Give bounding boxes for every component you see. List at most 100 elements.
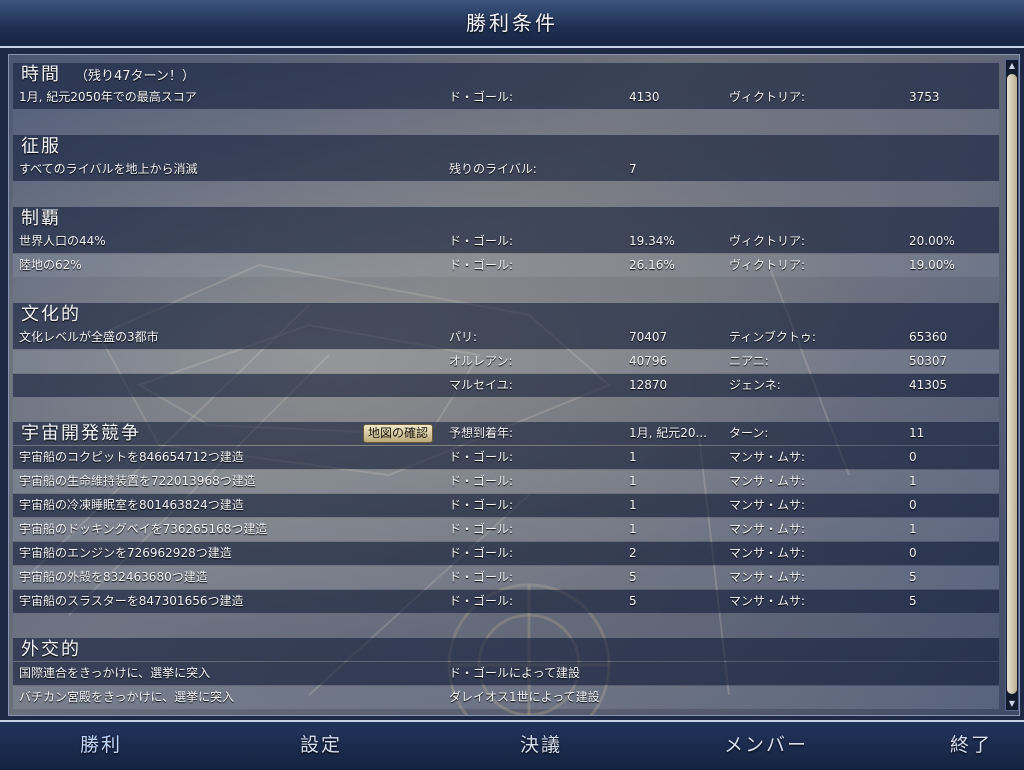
leader-value: 5 [629,594,637,608]
tab-members[interactable]: メンバー [724,730,808,757]
table-row: マルセイユ: 12870 ジェンネ: 41305 [13,374,999,397]
vertical-scrollbar[interactable]: ▲ ▼ [1005,59,1019,711]
condition-label: 宇宙船の生命維持装置を722013968つ建造 [19,474,256,488]
table-row: 宇宙船の生命維持装置を722013968つ建造 ド・ゴール: 1 マンサ・ムサ:… [13,470,999,493]
section-heading: 征服 [21,136,61,157]
scroll-down-arrow-icon[interactable]: ▼ [1006,698,1018,710]
rival-value: 3753 [909,90,940,104]
section-heading: 制覇 [21,208,61,229]
scrollbar-thumb[interactable] [1007,74,1017,694]
condition-label: バチカン宮殿をきっかけに、選挙に突入 [19,690,235,704]
city-culture: 40796 [629,354,668,368]
rival-city-culture: 65360 [909,330,948,344]
condition-label: 文化レベルが全盛の3都市 [19,330,159,344]
condition-label: 宇宙船の外殻を832463680つ建造 [19,570,208,584]
rival-name: マンサ・ムサ: [729,450,806,464]
remaining-rivals-label: 残りのライバル: [449,162,537,176]
rival-value: 5 [909,594,917,608]
section-time-header: 時間 （残り47ターン！） [13,63,999,86]
leader-name: ド・ゴール: [449,522,514,536]
rival-value: 19.00% [909,258,955,272]
rival-value: 0 [909,498,917,512]
tab-settings[interactable]: 設定 [300,730,342,757]
table-row: バチカン宮殿をきっかけに、選挙に突入 ダレイオス1世によって建設 [13,686,999,709]
city-name: パリ: [449,330,478,344]
rival-value: 0 [909,450,917,464]
rival-value: 1 [909,474,917,488]
leader-value: 1 [629,450,637,464]
table-row: 宇宙船のコクピットを846654712つ建造 ド・ゴール: 1 マンサ・ムサ: … [13,446,999,469]
section-heading: 時間 （残り47ターン！） [21,64,195,85]
rival-city-culture: 41305 [909,378,948,392]
rival-value: 20.00% [909,234,955,248]
leader-name: ド・ゴール: [449,258,514,272]
section-diplomatic-header: 外交的 [13,638,999,661]
spacer-row [13,277,999,303]
condition-label: すべてのライバルを地上から消滅 [19,162,198,176]
spacer-row [13,613,999,638]
leader-name: ド・ゴール: [449,594,514,608]
leader-value: 26.16% [629,258,675,272]
leader-name: ド・ゴール: [449,90,514,104]
remaining-rivals-value: 7 [629,162,637,176]
rival-value: 5 [909,570,917,584]
table-row: 1月, 紀元2050年での最高スコア ド・ゴール: 4130 ヴィクトリア: 3… [13,86,999,109]
section-heading: 外交的 [21,639,81,660]
table-row: 世界人口の44% ド・ゴール: 19.34% ヴィクトリア: 20.00% [13,230,999,253]
leader-name: ド・ゴール: [449,450,514,464]
city-name: オルレアン: [449,354,513,368]
leader-value: 1 [629,474,637,488]
table-row: 宇宙船のドッキングベイを736265168つ建造 ド・ゴール: 1 マンサ・ムサ… [13,518,999,541]
section-space-race-header: 宇宙開発競争 地図の確認 予想到着年: 1月, 紀元20... ターン: 11 [13,422,999,445]
condition-label: 1月, 紀元2050年での最高スコア [19,90,197,104]
condition-label: 宇宙船のコクピットを846654712つ建造 [19,450,244,464]
rival-city-name: ジェンネ: [729,378,781,392]
condition-label: 陸地の62% [19,258,82,272]
section-heading: 宇宙開発競争 [21,423,141,444]
rival-name: マンサ・ムサ: [729,498,806,512]
rival-value: 0 [909,546,917,560]
table-row: 宇宙船の外殻を832463680つ建造 ド・ゴール: 5 マンサ・ムサ: 5 [13,566,999,589]
leader-value: 19.34% [629,234,675,248]
leader-name: ド・ゴール: [449,234,514,248]
leader-name: ド・ゴール: [449,474,514,488]
table-row: 宇宙船のエンジンを726962928つ建造 ド・ゴール: 2 マンサ・ムサ: 0 [13,542,999,565]
turns-label: ターン: [729,426,769,440]
leader-value: 5 [629,570,637,584]
spacer-row [13,109,999,135]
city-culture: 70407 [629,330,668,344]
spacer-row [13,181,999,207]
section-domination-header: 制覇 [13,207,999,230]
turns-remaining: （残り47ターン！） [75,69,195,84]
leader-value: 2 [629,546,637,560]
table-row: 宇宙船のスラスターを847301656つ建造 ド・ゴール: 5 マンサ・ムサ: … [13,590,999,613]
table-row: 国際連合をきっかけに、選挙に突入 ド・ゴールによって建設 [13,662,999,685]
leader-name: ド・ゴール: [449,498,514,512]
tab-exit[interactable]: 終了 [950,730,992,757]
rival-name: ヴィクトリア: [729,258,806,272]
built-by-label: ダレイオス1世によって建設 [449,690,600,704]
rival-name: マンサ・ムサ: [729,594,806,608]
table-row: 宇宙船の冷凍睡眠室を801463824つ建造 ド・ゴール: 1 マンサ・ムサ: … [13,494,999,517]
view-map-button[interactable]: 地図の確認 [363,424,434,443]
condition-label: 世界人口の44% [19,234,106,248]
tab-victory[interactable]: 勝利 [80,730,122,757]
scroll-up-arrow-icon[interactable]: ▲ [1006,60,1018,72]
city-culture: 12870 [629,378,668,392]
condition-label: 宇宙船のドッキングベイを736265168つ建造 [19,522,268,536]
rival-city-culture: 50307 [909,354,948,368]
condition-label: 宇宙船の冷凍睡眠室を801463824つ建造 [19,498,244,512]
tab-resolutions[interactable]: 決議 [520,730,562,757]
estimated-arrival-value: 1月, 紀元20... [629,426,707,440]
rival-name: マンサ・ムサ: [729,570,806,584]
rival-name: マンサ・ムサ: [729,522,806,536]
section-culture-header: 文化的 [13,303,999,326]
condition-label: 国際連合をきっかけに、選挙に突入 [19,666,211,680]
leader-value: 1 [629,522,637,536]
table-row: すべてのライバルを地上から消滅 残りのライバル: 7 [13,158,999,181]
spacer-row [13,397,999,422]
condition-label: 宇宙船のエンジンを726962928つ建造 [19,546,232,560]
condition-label: 宇宙船のスラスターを847301656つ建造 [19,594,244,608]
leader-name: ド・ゴール: [449,570,514,584]
city-name: マルセイユ: [449,378,513,392]
